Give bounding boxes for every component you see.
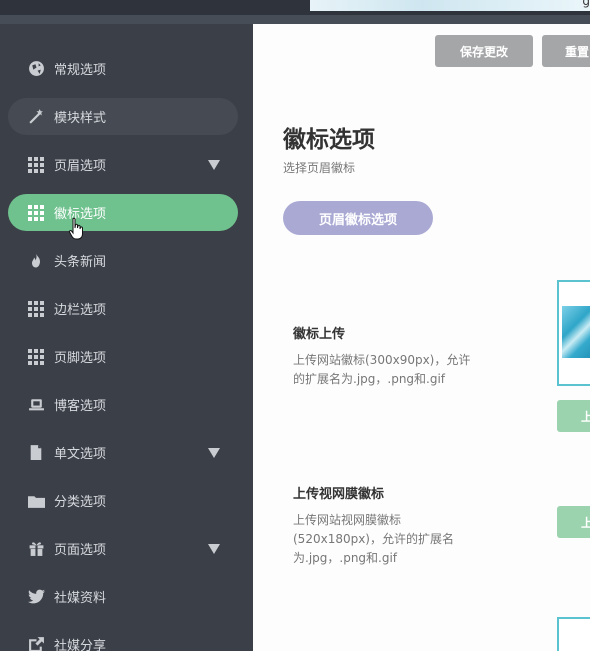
page-subtitle: 选择页眉徽标 <box>283 161 356 175</box>
thumbnail-text: g <box>582 0 590 8</box>
sidebar-item-label: 分类选项 <box>54 495 107 510</box>
magic-wand-icon <box>26 107 46 127</box>
fire-icon <box>26 251 46 271</box>
sidebar-item-header[interactable]: 页眉选项 <box>8 146 238 183</box>
grid-icon <box>26 155 46 175</box>
sidebar-item-logo[interactable]: 徽标选项 <box>8 194 238 231</box>
sidebar-item-page[interactable]: 页面选项 <box>8 530 238 567</box>
chevron-down-icon[interactable] <box>208 160 220 170</box>
gift-icon <box>26 539 46 559</box>
sidebar-item-sidebar-options[interactable]: 边栏选项 <box>8 290 238 327</box>
laptop-icon <box>26 395 46 415</box>
sidebar-item-label: 头条新闻 <box>54 255 107 270</box>
reset-button[interactable]: 重置 <box>542 35 590 67</box>
sidebar-item-label: 常规选项 <box>54 63 107 78</box>
grid-icon <box>26 203 46 223</box>
sidebar-item-general[interactable]: 常规选项 <box>8 50 238 87</box>
top-ribbon <box>0 15 590 24</box>
sidebar-item-label: 社媒分享 <box>54 639 107 651</box>
sidebar-item-headlines[interactable]: 头条新闻 <box>8 242 238 279</box>
sidebar-item-label: 单文选项 <box>54 447 107 462</box>
logo-preview-image <box>562 306 590 358</box>
save-changes-button[interactable]: 保存更改 <box>435 35 533 67</box>
logo-upload-button[interactable]: 上 <box>557 400 590 432</box>
retina-logo-upload-title: 上传视网膜徽标 <box>293 487 385 502</box>
retina-logo-preview <box>557 617 590 651</box>
chevron-down-icon[interactable] <box>208 448 220 458</box>
sidebar-item-label: 页面选项 <box>54 543 107 558</box>
document-icon <box>26 443 46 463</box>
logo-upload-title: 徽标上传 <box>293 327 346 342</box>
grid-icon <box>26 299 46 319</box>
sidebar-item-single-post[interactable]: 单文选项 <box>8 434 238 471</box>
sidebar-item-category[interactable]: 分类选项 <box>8 482 238 519</box>
sidebar-item-label: 社媒资料 <box>54 591 107 606</box>
top-bar: g <box>0 0 590 15</box>
header-preview-thumbnail: g <box>310 0 590 11</box>
header-logo-options-tab[interactable]: 页眉徽标选项 <box>283 201 433 235</box>
chevron-down-icon[interactable] <box>208 544 220 554</box>
hand-cursor-icon <box>68 217 83 240</box>
sidebar-item-label: 博客选项 <box>54 399 107 414</box>
sidebar-item-social-profile[interactable]: 社媒资料 <box>8 578 238 615</box>
twitter-icon <box>26 587 46 607</box>
sidebar-item-label: 页脚选项 <box>54 351 107 366</box>
retina-logo-upload-button[interactable]: 上 <box>557 506 590 538</box>
share-icon <box>26 635 46 651</box>
grid-icon <box>26 347 46 367</box>
globe-icon <box>26 59 46 79</box>
sidebar-item-label: 模块样式 <box>54 111 107 126</box>
sidebar-item-label: 边栏选项 <box>54 303 107 318</box>
page-title: 徽标选项 <box>283 127 375 153</box>
sidebar-item-label: 页眉选项 <box>54 159 107 174</box>
sidebar-item-module-style[interactable]: 模块样式 <box>8 98 238 135</box>
retina-logo-upload-description: 上传网站视网膜徽标(520x180px)，允许的扩展名为.jpg，.png和.g… <box>293 513 454 565</box>
logo-upload-description: 上传网站徽标(300x90px)，允许的扩展名为.jpg，.png和.gif <box>293 353 471 386</box>
sidebar-item-footer[interactable]: 页脚选项 <box>8 338 238 375</box>
folder-icon <box>26 491 46 511</box>
sidebar-item-blog[interactable]: 博客选项 <box>8 386 238 423</box>
sidebar-item-social-share[interactable]: 社媒分享 <box>8 626 238 651</box>
logo-preview <box>557 280 590 386</box>
